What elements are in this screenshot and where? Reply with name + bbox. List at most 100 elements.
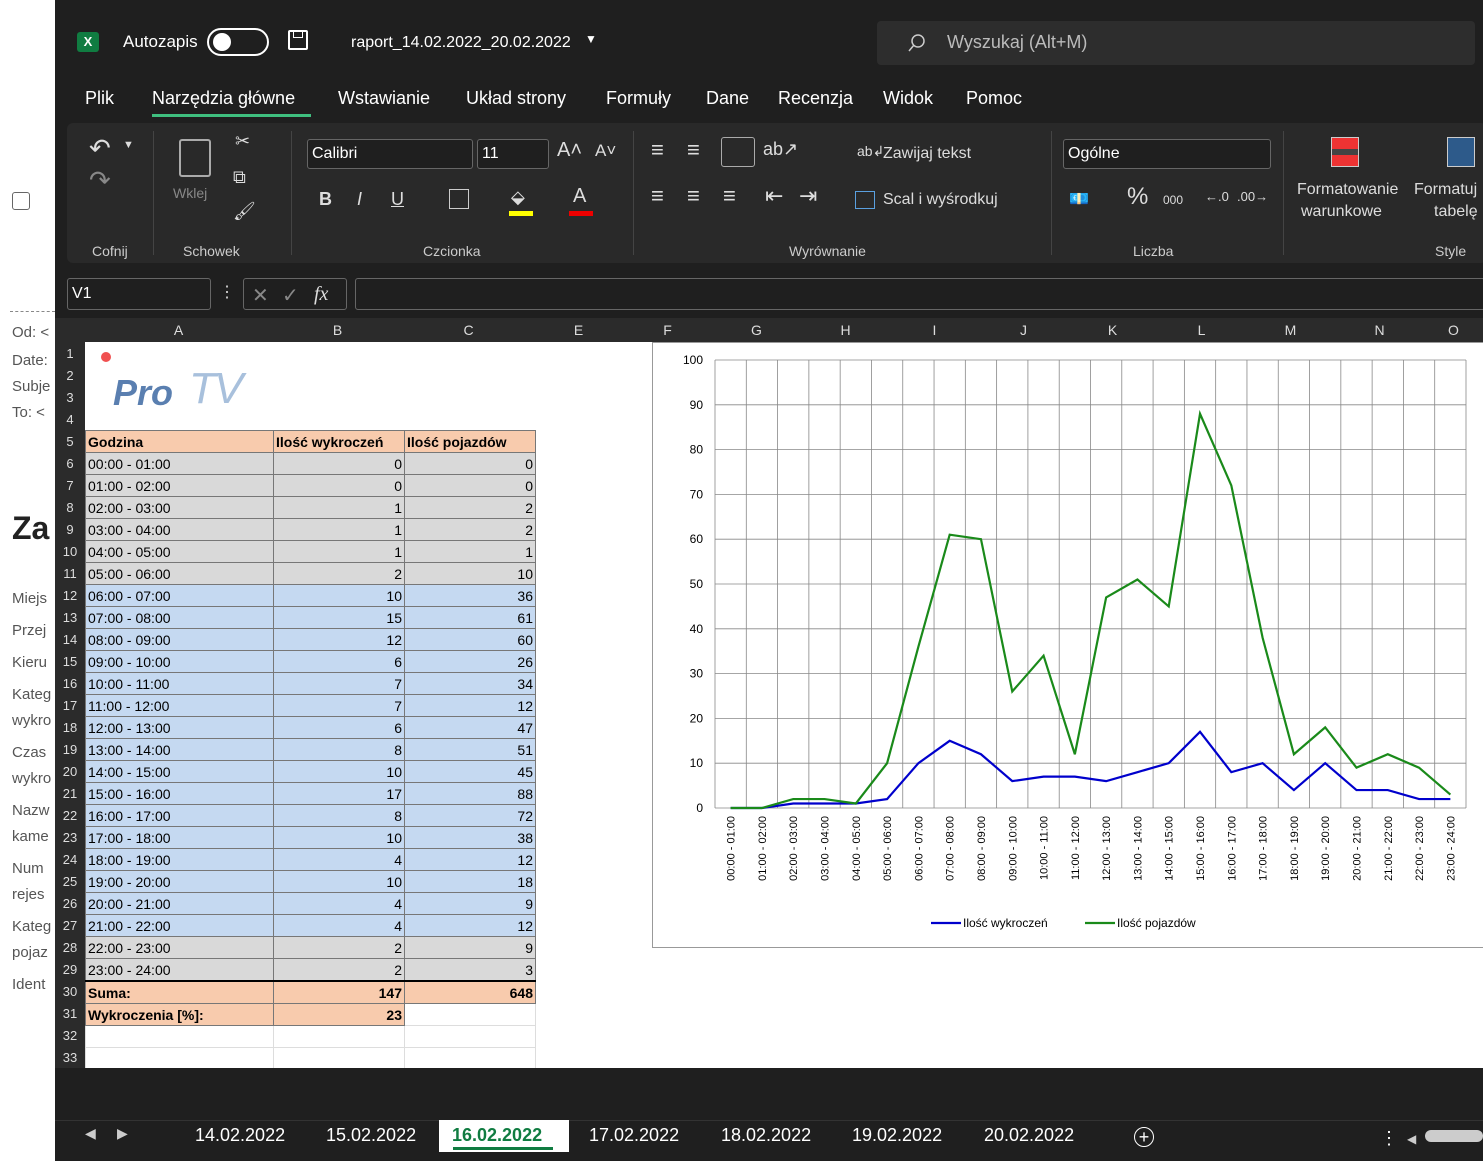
tab-data[interactable]: Dane [706,88,749,109]
cell-vehicles[interactable]: 88 [404,782,536,805]
cell-violations[interactable]: 6 [273,650,405,673]
more-options-icon[interactable]: ⋮ [1380,1128,1398,1149]
format-painter-icon[interactable]: 🖌 [233,201,256,222]
empty-cell[interactable] [273,1047,405,1070]
cell-vehicles[interactable]: 9 [404,892,536,915]
formula-input[interactable] [355,278,1483,310]
cell-hour[interactable]: 21:00 - 22:00 [85,914,274,937]
row-header[interactable]: 13 [55,610,85,625]
cell-vehicles[interactable]: 12 [404,848,536,871]
row-header[interactable]: 14 [55,632,85,647]
sheet-tab-active[interactable]: 16.02.2022 [452,1125,542,1146]
row-header[interactable]: 12 [55,588,85,603]
increase-decimal-icon[interactable]: ←.0 [1205,189,1229,204]
cell-hour[interactable]: 01:00 - 02:00 [85,474,274,497]
cell-hour[interactable]: 20:00 - 21:00 [85,892,274,915]
cell-hour[interactable]: 08:00 - 09:00 [85,628,274,651]
cell-hour[interactable]: 11:00 - 12:00 [85,694,274,717]
confirm-icon[interactable]: ✓ [282,283,299,308]
cell-violations[interactable]: 2 [273,562,405,585]
header-violations[interactable]: Ilość wykroczeń [273,430,405,453]
sheet-tab[interactable]: 14.02.2022 [195,1125,285,1146]
cell-vehicles[interactable]: 26 [404,650,536,673]
wrap-text-button[interactable]: Zawijaj tekst [883,145,971,163]
tab-view[interactable]: Widok [883,88,933,109]
row-header[interactable]: 23 [55,830,85,845]
chevron-down-icon[interactable]: ▼ [123,139,134,151]
column-header[interactable]: M [1246,322,1335,338]
cell-hour[interactable]: 00:00 - 01:00 [85,452,274,475]
empty-cell[interactable] [85,1025,274,1048]
header-hour[interactable]: Godzina [85,430,274,453]
cell-vehicles[interactable]: 60 [404,628,536,651]
row-header[interactable]: 33 [55,1050,85,1065]
empty-cell[interactable] [404,1047,536,1070]
align-center-icon[interactable]: ≡ [687,183,700,209]
align-left-icon[interactable]: ≡ [651,183,664,209]
cell-violations[interactable]: 1 [273,518,405,541]
copy-icon[interactable]: ⧉ [233,167,246,188]
cell-violations[interactable]: 7 [273,672,405,695]
cell-hour[interactable]: 13:00 - 14:00 [85,738,274,761]
cell-vehicles[interactable]: 61 [404,606,536,629]
cell-violations[interactable]: 17 [273,782,405,805]
cell-vehicles[interactable]: 2 [404,496,536,519]
row-header[interactable]: 8 [55,500,85,515]
sheet-tab[interactable]: 18.02.2022 [721,1125,811,1146]
cell-vehicles[interactable]: 18 [404,870,536,893]
tab-scroll-left-icon[interactable]: ◀ [85,1125,96,1142]
fill-color-icon[interactable]: ⬙ [511,187,525,208]
cell-vehicles[interactable]: 12 [404,694,536,717]
column-header[interactable]: F [623,322,712,338]
cell-vehicles[interactable]: 47 [404,716,536,739]
conditional-format-icon[interactable] [1331,137,1359,167]
column-header[interactable]: I [890,322,979,338]
cell-violations[interactable]: 0 [273,452,405,475]
font-name-select[interactable]: Calibri [307,139,473,169]
row-header[interactable]: 32 [55,1028,85,1043]
align-middle-icon[interactable]: ≡ [687,137,700,163]
pct-label[interactable]: Wykroczenia [%]: [85,1003,274,1026]
row-header[interactable]: 15 [55,654,85,669]
fx-button[interactable]: fx [314,283,328,306]
header-vehicles[interactable]: Ilość pojazdów [404,430,536,453]
cell-hour[interactable]: 03:00 - 04:00 [85,518,274,541]
add-sheet-icon[interactable]: + [1134,1127,1154,1147]
cell-violations[interactable]: 8 [273,804,405,827]
increase-indent-icon[interactable]: ⇥ [799,183,817,209]
cell-hour[interactable]: 14:00 - 15:00 [85,760,274,783]
row-header[interactable]: 2 [55,368,85,383]
cell-violations[interactable]: 7 [273,694,405,717]
conditional-format-button[interactable]: Formatowanie [1297,181,1398,199]
scroll-left-icon[interactable]: ◀ [1407,1132,1416,1146]
cell-hour[interactable]: 02:00 - 03:00 [85,496,274,519]
cell-violations[interactable]: 6 [273,716,405,739]
cell-violations[interactable]: 0 [273,474,405,497]
sheet-tab[interactable]: 17.02.2022 [589,1125,679,1146]
cell-violations[interactable]: 1 [273,540,405,563]
cell-violations[interactable]: 2 [273,958,405,982]
percent-button[interactable]: % [1127,183,1148,211]
column-header[interactable]: N [1335,322,1424,338]
cell-vehicles[interactable]: 0 [404,452,536,475]
redo-icon[interactable]: ↷ [89,165,111,196]
sheet-tab[interactable]: 20.02.2022 [984,1125,1074,1146]
tab-review[interactable]: Recenzja [778,88,853,109]
cell-hour[interactable]: 04:00 - 05:00 [85,540,274,563]
shrink-font-icon[interactable]: A˅ [595,141,616,161]
empty-cell[interactable] [404,1003,536,1026]
row-header[interactable]: 24 [55,852,85,867]
row-header[interactable]: 29 [55,962,85,977]
row-header[interactable]: 19 [55,742,85,757]
row-header[interactable]: 1 [55,346,85,361]
tab-formulas[interactable]: Formuły [606,88,671,109]
sum-vehicles[interactable]: 648 [404,980,536,1004]
cell-hour[interactable]: 22:00 - 23:00 [85,936,274,959]
align-bottom-button[interactable] [721,137,755,167]
cell-hour[interactable]: 16:00 - 17:00 [85,804,274,827]
number-format-select[interactable]: Ogólne [1063,139,1271,169]
column-header[interactable]: A [85,322,272,338]
cell-violations[interactable]: 8 [273,738,405,761]
column-header[interactable]: H [801,322,890,338]
autosave-toggle[interactable] [207,28,269,56]
